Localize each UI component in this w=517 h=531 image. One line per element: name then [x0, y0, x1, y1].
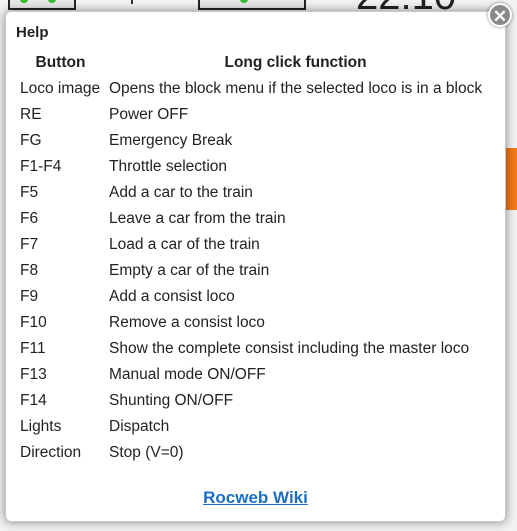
button-name-cell: F8 — [20, 262, 39, 279]
table-row: Loco image Opens the block menu if the se… — [16, 76, 486, 102]
function-cell: Load a car of the train — [109, 236, 260, 253]
function-cell: Emergency Break — [109, 132, 233, 149]
button-name-cell: F5 — [20, 184, 39, 201]
track-block-left — [8, 0, 76, 10]
function-cell: Power OFF — [109, 106, 189, 123]
table-header-row: Button Long click function — [16, 50, 486, 76]
function-cell: Add a car to the train — [109, 184, 253, 201]
function-cell: Throttle selection — [109, 158, 228, 175]
table-row: F10 Remove a consist loco — [16, 310, 486, 336]
button-name-cell: Loco image — [20, 80, 101, 97]
track-block-right — [198, 0, 306, 10]
button-name-cell: RE — [20, 106, 42, 123]
table-row: Direction Stop (V=0) — [16, 440, 486, 466]
function-cell: Add a consist loco — [109, 288, 235, 305]
button-name-cell: F13 — [20, 366, 47, 383]
button-name-cell: Lights — [20, 418, 62, 435]
button-name-cell: FG — [20, 132, 42, 149]
table-row: F1-F4 Throttle selection — [16, 154, 486, 180]
help-table: Button Long click function Loco image Ope… — [16, 50, 486, 466]
function-cell: Dispatch — [109, 418, 170, 435]
table-row: F14 Shunting ON/OFF — [16, 388, 486, 414]
orange-panel[interactable] — [505, 148, 517, 210]
table-row: F5 Add a car to the train — [16, 180, 486, 206]
function-cell: Stop (V=0) — [109, 444, 184, 461]
table-row: RE Power OFF — [16, 102, 486, 128]
table-row: FG Emergency Break — [16, 128, 486, 154]
button-name-cell: F6 — [20, 210, 39, 227]
table-row: F8 Empty a car of the train — [16, 258, 486, 284]
table-row: F9 Add a consist loco — [16, 284, 486, 310]
rocweb-wiki-link[interactable]: Rocweb Wiki — [6, 488, 505, 508]
table-body: Loco image Opens the block menu if the se… — [16, 76, 486, 466]
close-icon: ✕ — [492, 7, 508, 26]
table-row: F11 Show the complete consist including t… — [16, 336, 486, 362]
button-name-cell: Direction — [20, 444, 82, 461]
block-led — [240, 0, 248, 3]
function-cell: Shunting ON/OFF — [109, 392, 234, 409]
button-name-cell: F14 — [20, 392, 47, 409]
column-header-function: Long click function — [224, 54, 367, 71]
function-cell: Remove a consist loco — [109, 314, 265, 331]
function-cell: Leave a car from the train — [109, 210, 286, 227]
block-led — [20, 0, 28, 3]
dialog-title: Help — [16, 24, 49, 41]
function-cell: Show the complete consist including the … — [109, 340, 470, 357]
function-cell: Empty a car of the train — [109, 262, 270, 279]
table-row: F6 Leave a car from the train — [16, 206, 486, 232]
block-led — [48, 0, 56, 3]
track-tick — [131, 0, 133, 4]
button-name-cell: F1-F4 — [20, 158, 62, 175]
button-name-cell: F7 — [20, 236, 39, 253]
button-name-cell: F11 — [20, 340, 46, 357]
table-row: F13 Manual mode ON/OFF — [16, 362, 486, 388]
help-dialog: Help Button Long click function Loco ima… — [5, 11, 506, 522]
close-button[interactable]: ✕ — [488, 3, 512, 27]
function-cell: Opens the block menu if the selected loc… — [109, 80, 483, 97]
table-row: F7 Load a car of the train — [16, 232, 486, 258]
function-cell: Manual mode ON/OFF — [109, 366, 266, 383]
column-header-button: Button — [35, 54, 86, 71]
button-name-cell: F10 — [20, 314, 47, 331]
button-name-cell: F9 — [20, 288, 39, 305]
table-row: Lights Dispatch — [16, 414, 486, 440]
